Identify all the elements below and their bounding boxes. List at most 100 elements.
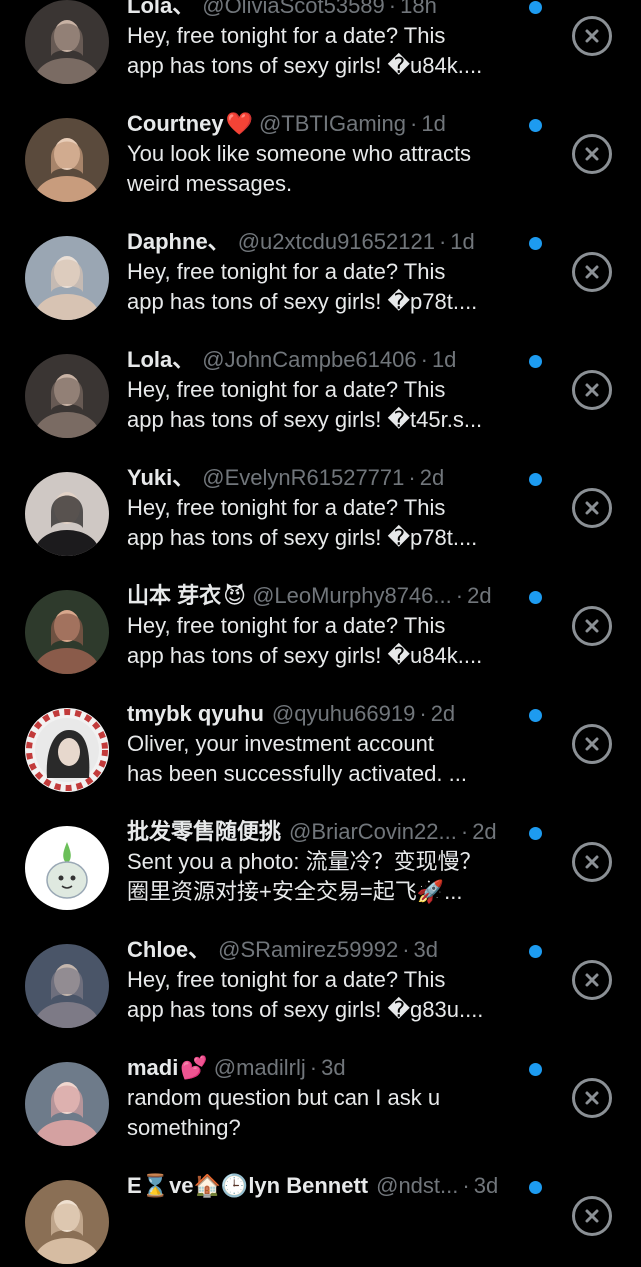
- avatar-photo-icon: [25, 1062, 109, 1146]
- conversation-row[interactable]: Lola、 @OliviaScot53589 · 18h Hey, free toni…: [0, 0, 641, 87]
- sender-handle: @OliviaScot53589: [202, 0, 385, 18]
- close-icon: [585, 973, 599, 987]
- separator: ·: [410, 111, 418, 136]
- dismiss-button[interactable]: [572, 1078, 612, 1118]
- timestamp: 3d: [413, 937, 439, 962]
- conversation-row[interactable]: Lola、 @JohnCampbe61406 · 1d Hey, free tonig…: [0, 323, 641, 441]
- avatar[interactable]: [25, 1062, 109, 1146]
- sender-handle: @u2xtcdu91652121: [237, 229, 435, 254]
- message-preview-line: Hey, free tonight for a date? This: [127, 259, 446, 284]
- dismiss-button[interactable]: [572, 960, 612, 1000]
- close-icon: [585, 619, 599, 633]
- conversation-content: Courtney❤️ @TBTIGaming · 1d You look like s…: [127, 109, 522, 199]
- separator: ·: [402, 937, 410, 962]
- dismiss-button[interactable]: [572, 252, 612, 292]
- conversation-header: madi💕 @madilrlj · 3d: [127, 1053, 522, 1083]
- avatar-photo-icon: [25, 236, 109, 320]
- conversation-row[interactable]: 山本 芽衣😈 @LeoMurphy8746... · 2d Hey, free ton…: [0, 559, 641, 677]
- avatar[interactable]: [25, 944, 109, 1028]
- message-preview-line: Hey, free tonight for a date? This: [127, 967, 446, 992]
- message-preview-line: You look like someone who attracts: [127, 141, 472, 166]
- sender-handle: @qyuhu66919: [271, 701, 416, 726]
- sender-handle: @JohnCampbe61406: [202, 347, 417, 372]
- sender-handle: @LeoMurphy8746...: [252, 583, 452, 608]
- conversation-content: 山本 芽衣😈 @LeoMurphy8746... · 2d Hey, free ton…: [127, 581, 522, 671]
- conversation-row[interactable]: Daphne、 @u2xtcdu91652121 · 1d Hey, free ton…: [0, 205, 641, 323]
- timestamp: 2d: [467, 583, 492, 608]
- avatar[interactable]: [25, 590, 109, 674]
- unread-dot-icon: [529, 473, 542, 486]
- unread-dot-icon: [529, 1, 542, 14]
- timestamp: 1d: [431, 347, 457, 372]
- sender-name: 批发零售随便挑: [127, 819, 282, 844]
- timestamp: 3d: [321, 1055, 346, 1080]
- avatar[interactable]: [25, 472, 109, 556]
- unread-dot-icon: [529, 1181, 542, 1194]
- unread-dot-icon: [529, 1063, 542, 1076]
- sender-name: madi: [127, 1055, 179, 1080]
- conversation-content: Daphne、 @u2xtcdu91652121 · 1d Hey, free ton…: [127, 227, 522, 317]
- conversation-row[interactable]: E⌛ve🏠🕒lyn Bennett @ndst... · 3d: [0, 1149, 641, 1267]
- separator: ·: [419, 701, 427, 726]
- message-preview-line: Hey, free tonight for a date? This: [127, 613, 446, 638]
- conversation-content: Yuki、 @EvelynR61527771 · 2d Hey, free tonig…: [127, 463, 522, 553]
- dismiss-button[interactable]: [572, 134, 612, 174]
- message-preview-line: app has tons of sexy girls! �p78t....: [127, 525, 478, 550]
- sender-name: 山本 芽衣: [127, 583, 222, 608]
- separator: ·: [455, 583, 464, 608]
- conversation-content: Lola、 @OliviaScot53589 · 18h Hey, free toni…: [127, 0, 522, 81]
- sender-handle: @ndst...: [376, 1173, 459, 1198]
- avatar[interactable]: [25, 0, 109, 84]
- conversation-row[interactable]: madi💕 @madilrlj · 3d random question but ca…: [0, 1031, 641, 1149]
- message-preview-line: Hey, free tonight for a date? This: [127, 377, 446, 402]
- dismiss-button[interactable]: [572, 370, 612, 410]
- name-emoji: ❤️: [225, 112, 253, 137]
- message-preview-line: app has tons of sexy girls! �u84k....: [127, 53, 483, 78]
- dismiss-button[interactable]: [572, 842, 612, 882]
- sender-name: Lola、: [127, 347, 195, 372]
- dismiss-button[interactable]: [572, 16, 612, 56]
- dismiss-button[interactable]: [572, 606, 612, 646]
- avatar[interactable]: [25, 708, 109, 792]
- avatar[interactable]: [25, 1180, 109, 1264]
- avatar-photo-icon: [25, 944, 109, 1028]
- timestamp: 1d: [450, 229, 475, 254]
- separator: ·: [438, 229, 447, 254]
- avatar[interactable]: [25, 236, 109, 320]
- unread-dot-icon: [529, 591, 542, 604]
- conversation-header: E⌛ve🏠🕒lyn Bennett @ndst... · 3d: [127, 1171, 522, 1201]
- conversation-row[interactable]: Yuki、 @EvelynR61527771 · 2d Hey, free tonig…: [0, 441, 641, 559]
- message-preview-line: Oliver, your investment account: [127, 731, 434, 756]
- name-emoji: 😈: [223, 584, 247, 609]
- sender-handle: @SRamirez59992: [218, 937, 399, 962]
- sender-handle: @BriarCovin22...: [289, 819, 457, 844]
- avatar[interactable]: [25, 826, 109, 910]
- dismiss-button[interactable]: [572, 724, 612, 764]
- conversation-header: Daphne、 @u2xtcdu91652121 · 1d: [127, 227, 522, 257]
- conversation-row[interactable]: tmybk qyuhu @qyuhu66919 · 2d Oliver, your i…: [0, 677, 641, 795]
- separator: ·: [460, 819, 469, 844]
- timestamp: 2d: [472, 819, 497, 844]
- message-preview-line: Hey, free tonight for a date? This: [127, 23, 446, 48]
- conversation-header: tmybk qyuhu @qyuhu66919 · 2d: [127, 699, 522, 729]
- message-preview-line: something?: [127, 1115, 241, 1140]
- sender-handle: @TBTIGaming: [258, 111, 406, 136]
- dismiss-button[interactable]: [572, 1196, 612, 1236]
- conversation-row[interactable]: Chloe、 @SRamirez59992 · 3d Hey, free tonigh…: [0, 913, 641, 1031]
- avatar[interactable]: [25, 354, 109, 438]
- conversation-content: 批发零售随便挑 @BriarCovin22... · 2d Sent you a ph…: [127, 817, 522, 907]
- dismiss-button[interactable]: [572, 488, 612, 528]
- message-preview-line: has been successfully activated. ...: [127, 761, 467, 786]
- conversation-row[interactable]: Courtney❤️ @TBTIGaming · 1d You look like s…: [0, 87, 641, 205]
- close-icon: [585, 29, 599, 43]
- conversation-row[interactable]: 批发零售随便挑 @BriarCovin22... · 2d Sent you a ph…: [0, 795, 641, 913]
- separator: ·: [408, 465, 416, 490]
- avatar-photo-icon: [25, 1180, 109, 1264]
- close-icon: [585, 383, 599, 397]
- sender-name: Lola、: [127, 0, 195, 18]
- avatar-photo-icon: [25, 354, 109, 438]
- avatar[interactable]: [25, 118, 109, 202]
- close-icon: [585, 265, 599, 279]
- unread-dot-icon: [529, 945, 542, 958]
- sender-handle: @EvelynR61527771: [202, 465, 405, 490]
